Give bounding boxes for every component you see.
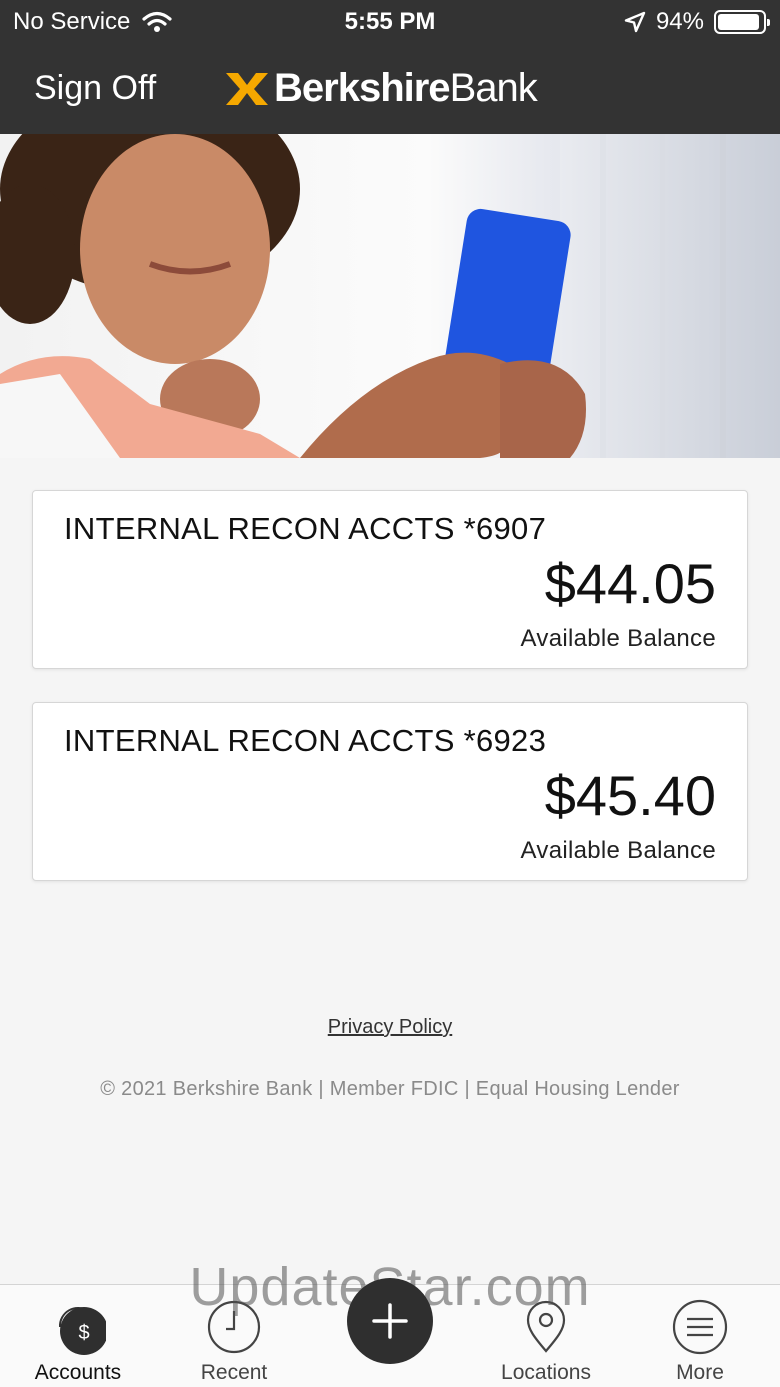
account-card[interactable]: INTERNAL RECON ACCTS *6907 $44.05 Availa… <box>32 490 748 669</box>
account-balance: $45.40 <box>544 764 716 827</box>
status-bar: No Service 5:55 PM 94% <box>0 0 780 44</box>
account-balance: $44.05 <box>544 552 716 615</box>
battery-percent: 94% <box>655 8 704 35</box>
battery-icon <box>714 10 770 34</box>
balance-label: Available Balance <box>520 837 716 864</box>
plus-icon <box>372 1303 408 1339</box>
tab-label: Accounts <box>34 1361 122 1384</box>
privacy-policy-link[interactable]: Privacy Policy <box>328 1016 452 1038</box>
privacy-policy-container: Privacy Policy <box>0 1016 780 1039</box>
battery-fill <box>718 14 760 30</box>
account-name: INTERNAL RECON ACCTS *6923 <box>64 723 547 758</box>
tab-label: More <box>676 1361 724 1384</box>
hero-illustration <box>0 134 780 458</box>
add-button[interactable] <box>347 1278 433 1364</box>
logo-text: BerkshireBank <box>274 66 538 110</box>
svg-text:$: $ <box>78 1322 89 1344</box>
app-header: Sign Off BerkshireBank <box>0 44 780 134</box>
balance-label: Available Balance <box>520 625 716 652</box>
berkshire-bank-logo: BerkshireBank <box>224 66 538 111</box>
account-name: INTERNAL RECON ACCTS *6907 <box>64 511 547 546</box>
tab-label: Locations <box>501 1361 591 1384</box>
tab-label: Recent <box>200 1361 268 1384</box>
hero-image <box>0 134 780 458</box>
logo-x-mark-icon <box>226 72 268 105</box>
status-right: 94% <box>624 8 770 36</box>
account-card[interactable]: INTERNAL RECON ACCTS *6923 $45.40 Availa… <box>32 702 748 881</box>
location-arrow-icon <box>624 11 646 33</box>
sign-off-button[interactable]: Sign Off <box>34 69 156 108</box>
copyright-text: © 2021 Berkshire Bank | Member FDIC | Eq… <box>100 1078 680 1100</box>
